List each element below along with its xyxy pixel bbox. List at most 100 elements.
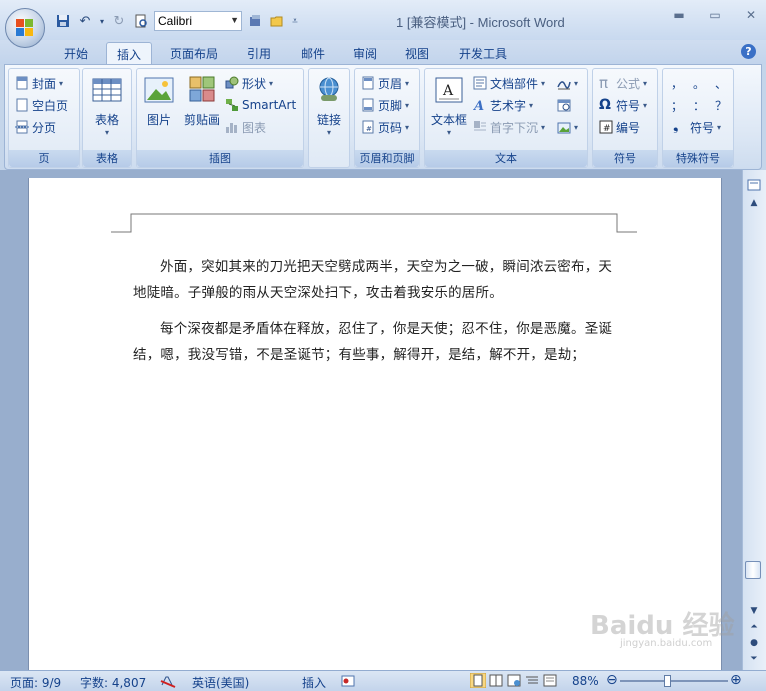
numbering-button[interactable]: # 编号: [599, 117, 640, 137]
format-icon[interactable]: [246, 12, 264, 30]
scroll-up-icon[interactable]: ▲: [746, 198, 762, 208]
chart-button[interactable]: 图表: [225, 117, 266, 137]
quick-parts-button[interactable]: 文档部件 ▾: [473, 73, 545, 93]
special-char-semicolon[interactable]: ；: [671, 95, 683, 115]
customize-qat-icon[interactable]: ⩡: [290, 12, 300, 30]
picture-icon: [143, 75, 175, 107]
full-screen-reading-view-icon[interactable]: [488, 673, 504, 691]
special-char-period[interactable]: 。: [693, 73, 705, 93]
save-icon[interactable]: [54, 12, 72, 30]
textbox-button[interactable]: A 文本框 ▾: [429, 75, 469, 137]
zoom-out-icon[interactable]: ⊖: [606, 672, 618, 688]
tab-review[interactable]: 审阅: [342, 42, 388, 64]
tab-home[interactable]: 开始: [52, 42, 100, 64]
tab-view[interactable]: 视图: [394, 42, 440, 64]
tab-page-layout[interactable]: 页面布局: [160, 42, 228, 64]
insert-object-button[interactable]: ▾: [557, 117, 578, 137]
special-char-colon[interactable]: ：: [693, 95, 705, 115]
paragraph-1[interactable]: 外面，突如其来的刀光把天空劈成两半，天空为之一破，瞬间浓云密布，天地陡暗。子弹般…: [133, 254, 621, 306]
help-icon[interactable]: ?: [741, 44, 756, 59]
dropdown-icon: ▾: [574, 78, 579, 88]
footer-icon: [361, 98, 375, 112]
scroll-thumb[interactable]: [745, 561, 761, 579]
links-button[interactable]: 链接 ▾: [315, 75, 343, 137]
wordart-icon: A: [472, 98, 487, 114]
office-button[interactable]: [5, 8, 45, 48]
wordart-button[interactable]: A 艺术字 ▾: [472, 95, 533, 115]
print-layout-view-icon[interactable]: [469, 672, 487, 691]
shapes-button[interactable]: 形状 ▾: [225, 73, 273, 93]
special-symbol-button[interactable]: ❟ 符号 ▾: [673, 117, 721, 137]
tab-references[interactable]: 引用: [236, 42, 282, 64]
window-title: 1 [兼容模式] - Microsoft Word: [396, 15, 565, 30]
vertical-scrollbar[interactable]: ▲ ▼ ⏶ ● ⏷: [742, 170, 766, 670]
clipart-button[interactable]: 剪贴画: [181, 75, 223, 128]
equation-button[interactable]: π 公式 ▾: [599, 73, 647, 93]
outline-view-icon[interactable]: [524, 673, 540, 691]
table-button-label: 表格: [94, 113, 119, 127]
symbol-button[interactable]: Ω 符号 ▾: [599, 95, 647, 115]
cover-page-label: 封面: [32, 76, 57, 91]
special-char-comma[interactable]: ，: [671, 73, 683, 93]
next-page-icon[interactable]: ⏷: [746, 654, 762, 664]
zoom-slider[interactable]: [620, 680, 728, 682]
scroll-down-icon[interactable]: ▼: [746, 606, 762, 616]
blank-page-label: 空白页: [32, 98, 69, 113]
paragraph-2[interactable]: 每个深夜都是矛盾体在释放，忍住了，你是天使；忍不住，你是恶魔。圣诞结，嗯，我没写…: [133, 316, 621, 368]
close-icon[interactable]: ✕: [742, 8, 760, 22]
draft-view-icon[interactable]: [542, 673, 558, 691]
blank-page-button[interactable]: 空白页: [15, 95, 68, 115]
redo-icon[interactable]: ↻: [110, 12, 128, 30]
textbox-icon: A: [433, 75, 465, 107]
proofing-icon[interactable]: [160, 674, 176, 691]
date-time-button[interactable]: [557, 95, 571, 115]
group-pages: 封面 ▾ 空白页 分页 页: [8, 68, 80, 168]
ruler-toggle-icon[interactable]: [746, 178, 762, 195]
cover-page-button[interactable]: 封面 ▾: [15, 73, 63, 93]
window-controls: ▬ ▭ ✕: [670, 8, 760, 22]
print-preview-icon[interactable]: [132, 12, 150, 30]
open-folder-icon[interactable]: [268, 12, 286, 30]
header-button[interactable]: 页眉 ▾: [361, 73, 409, 93]
signature-line-icon: [557, 76, 571, 90]
language[interactable]: 英语(美国): [192, 674, 249, 691]
zoom-level[interactable]: 88%: [572, 674, 599, 688]
document-page[interactable]: 外面，突如其来的刀光把天空劈成两半，天空为之一破，瞬间浓云密布，天地陡暗。子弹般…: [28, 178, 722, 670]
picture-button[interactable]: 图片: [143, 75, 175, 128]
tab-mailings[interactable]: 邮件: [290, 42, 336, 64]
special-char-enum-comma[interactable]: 、: [715, 73, 727, 93]
tab-developer[interactable]: 开发工具: [450, 42, 516, 64]
browse-object-icon[interactable]: ●: [746, 638, 762, 648]
zoom-slider-thumb[interactable]: [664, 675, 672, 687]
maximize-icon[interactable]: ▭: [706, 8, 724, 22]
table-icon: [91, 75, 123, 107]
previous-page-icon[interactable]: ⏶: [746, 622, 762, 632]
signature-line-button[interactable]: ▾: [557, 73, 578, 93]
footer-button[interactable]: 页脚 ▾: [361, 95, 409, 115]
group-text-label: 文本: [425, 150, 587, 167]
special-char-question[interactable]: ？: [715, 95, 727, 115]
symbol-label: 符号: [616, 98, 641, 113]
zoom-in-icon[interactable]: ⊕: [730, 672, 742, 688]
tab-insert[interactable]: 插入: [106, 42, 152, 64]
page-count[interactable]: 页面: 9/9: [10, 674, 61, 691]
table-button[interactable]: 表格 ▾: [91, 75, 123, 137]
undo-icon[interactable]: ↶: [76, 12, 94, 30]
undo-dropdown-icon[interactable]: ▾: [98, 12, 106, 30]
minimize-icon[interactable]: ▬: [670, 8, 688, 22]
word-count[interactable]: 字数: 4,807: [80, 674, 146, 691]
dropdown-icon: ▾: [405, 122, 410, 132]
chart-icon: [225, 120, 239, 134]
web-layout-view-icon[interactable]: [506, 673, 522, 691]
page-break-button[interactable]: 分页: [15, 117, 56, 137]
insert-mode[interactable]: 插入: [302, 674, 326, 691]
page-number-button[interactable]: # 页码 ▾: [361, 117, 409, 137]
dropcap-icon: [473, 120, 487, 134]
ribbon-tabs: 开始 插入 页面布局 引用 邮件 审阅 视图 开发工具 ?: [0, 40, 766, 64]
font-name-combo[interactable]: Calibri ▼: [154, 11, 242, 31]
group-tables-label: 表格: [83, 150, 131, 167]
macro-record-icon[interactable]: [340, 674, 356, 691]
smartart-button[interactable]: SmartArt: [225, 95, 296, 115]
dropcap-button[interactable]: 首字下沉 ▾: [473, 117, 545, 137]
symbol-bullet-icon: ❟: [673, 118, 679, 134]
